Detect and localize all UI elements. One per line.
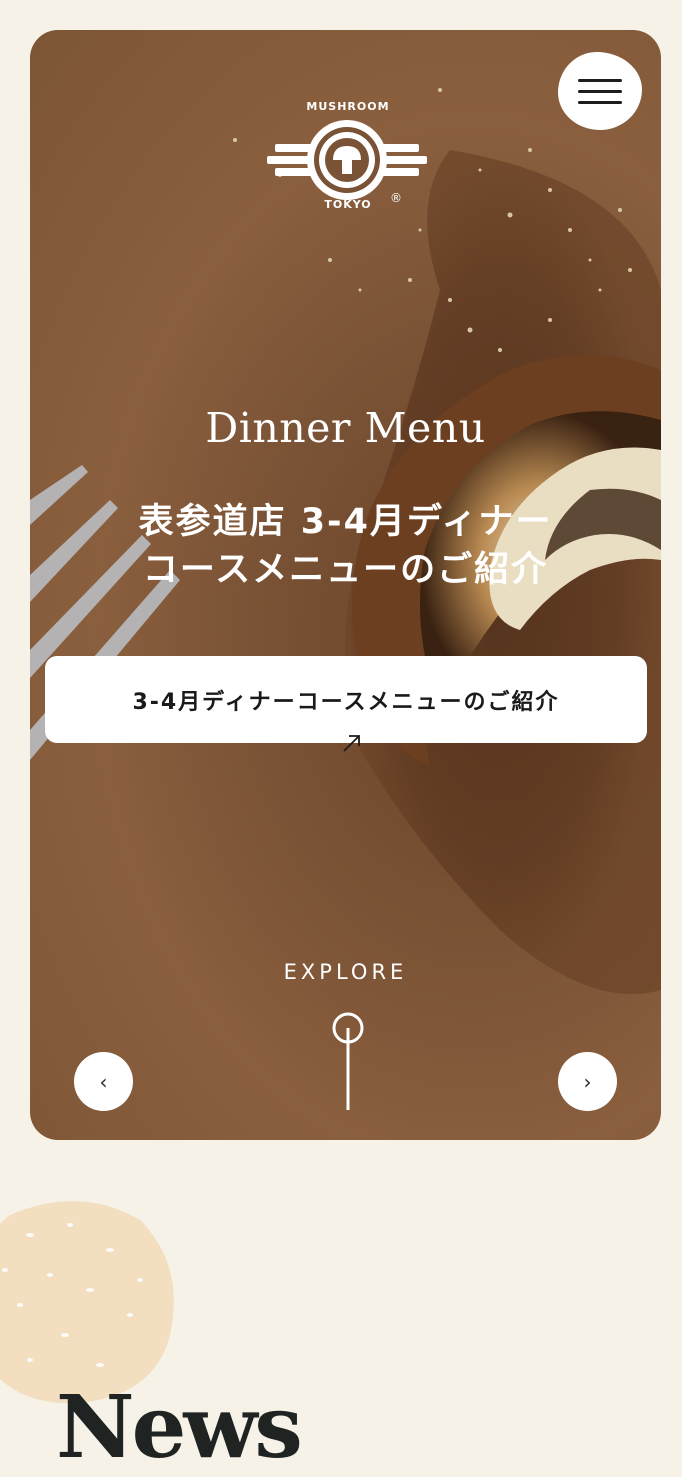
chevron-left-icon: ‹ (99, 1069, 108, 1094)
hamburger-menu-icon-bar (578, 89, 622, 93)
hero-subtitle-line: 表参道店 3-4月ディナー (138, 502, 553, 542)
mushroom-tokyo-logo[interactable] (263, 98, 431, 214)
logo-registered-mark: ® (390, 191, 402, 205)
cta-label: 3-4月ディナーコースメニューのご紹介 (132, 689, 560, 715)
hero-subtitle: 表参道店 3-4月ディナー コースメニューのご紹介 (70, 498, 621, 594)
logo-bottom-text: TOKYO (324, 198, 372, 211)
hero-title: Dinner Menu (205, 404, 486, 452)
logo-top-text: MUSHROOM (306, 100, 390, 113)
hamburger-menu-icon-bar (578, 100, 622, 104)
scroll-down-icon[interactable] (330, 1010, 366, 1112)
hero-subtitle-line: コースメニューのご紹介 (142, 550, 549, 590)
hero-slide: MUSHROOM TOKYO ® Dinner Menu 表参道店 3-4月ディ… (30, 30, 661, 1140)
news-section-title: News (56, 1377, 303, 1477)
dinner-menu-cta-button[interactable]: 3-4月ディナーコースメニューのご紹介 (45, 656, 647, 743)
hamburger-menu-button[interactable] (558, 52, 642, 130)
hamburger-menu-icon (578, 78, 622, 82)
explore-label[interactable]: EXPLORE (30, 960, 661, 984)
decorative-bread-blob (0, 1201, 174, 1404)
arrow-up-right-icon (343, 735, 360, 752)
page: MUSHROOM TOKYO ® Dinner Menu 表参道店 3-4月ディ… (0, 0, 682, 1477)
chevron-right-icon: › (583, 1069, 592, 1094)
carousel-prev-button[interactable]: ‹ (74, 1052, 133, 1111)
carousel-next-button[interactable]: › (558, 1052, 617, 1111)
